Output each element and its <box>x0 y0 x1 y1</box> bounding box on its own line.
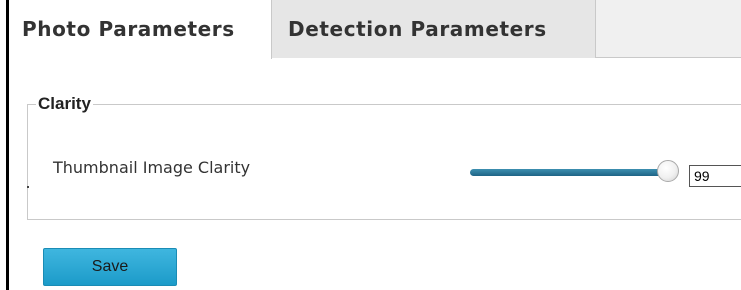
thumbnail-clarity-label: Thumbnail Image Clarity <box>53 158 251 177</box>
slider-thumb-handle[interactable] <box>657 160 679 182</box>
thumbnail-clarity-value-input[interactable] <box>689 165 741 187</box>
save-button[interactable]: Save <box>43 248 177 286</box>
tab-detection-parameters[interactable]: Detection Parameters <box>272 0 596 58</box>
tab-bar: Photo Parameters Detection Parameters <box>9 0 741 59</box>
thumbnail-clarity-slider[interactable] <box>470 160 690 183</box>
tab-photo-parameters[interactable]: Photo Parameters <box>9 0 272 59</box>
slider-track <box>470 169 670 176</box>
parameters-panel: Photo Parameters Detection Parameters Cl… <box>6 0 741 290</box>
divider-dot <box>27 186 29 188</box>
clarity-group-title: Clarity <box>36 94 93 114</box>
